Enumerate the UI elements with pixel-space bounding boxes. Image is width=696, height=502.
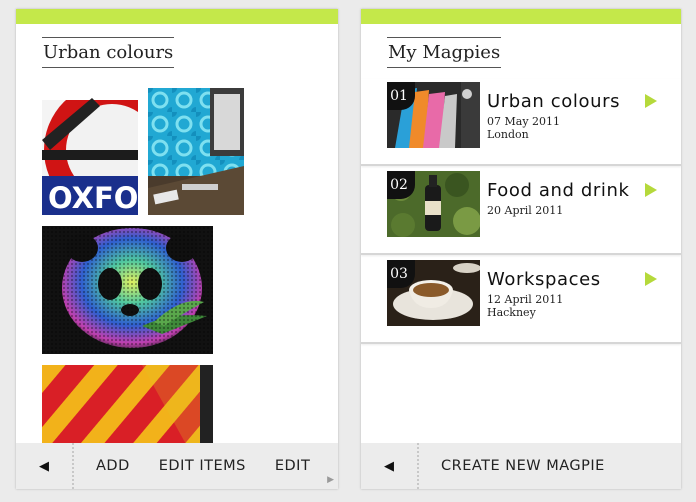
magpie-list-item[interactable]: 03 Workspaces 12 April 2011 Hackney xyxy=(361,257,681,344)
magpie-date: 07 May 2011 xyxy=(487,115,561,128)
oxford-sign-photo-icon: OXFO xyxy=(42,88,138,215)
magpie-title: Workspaces xyxy=(487,269,601,290)
red-yellow-chevron-photo-icon xyxy=(42,365,213,455)
open-arrow-icon[interactable] xyxy=(645,183,657,197)
magpie-thumbnail: 02 xyxy=(387,171,480,237)
back-arrow-icon: ◀ xyxy=(39,458,49,474)
magpie-list: 01 Urban colours 07 May 2011 London 02 F… xyxy=(361,79,681,344)
magpie-meta: 20 April 2011 xyxy=(487,204,563,217)
edit-items-button[interactable]: EDIT ITEMS xyxy=(159,458,246,474)
magpie-meta: 07 May 2011 London xyxy=(487,115,560,141)
magpie-location: Hackney xyxy=(487,306,536,319)
title-rule-bottom xyxy=(42,67,175,68)
edit-button[interactable]: EDIT xyxy=(275,458,310,474)
photo-thumbnail-blue-wall[interactable] xyxy=(148,88,244,215)
create-new-magpie-button[interactable]: CREATE NEW MAGPIE xyxy=(441,458,605,474)
collection-title-block: Urban colours xyxy=(42,37,175,68)
magpie-location: London xyxy=(487,128,529,141)
svg-text:OXFO: OXFO xyxy=(48,181,138,215)
back-arrow-icon: ◀ xyxy=(384,458,394,474)
panda-halftone-photo-icon xyxy=(42,226,213,354)
magpie-thumbnail: 01 xyxy=(387,82,480,148)
title-rule-bottom xyxy=(387,67,502,68)
back-button[interactable]: ◀ xyxy=(16,443,74,489)
collection-toolbar: ◀ ADD EDIT ITEMS EDIT ▶ xyxy=(16,443,338,489)
photo-thumbnail-oxford[interactable]: OXFO xyxy=(42,88,138,215)
magpie-number-badge: 02 xyxy=(387,171,415,199)
magpie-thumbnail: 03 xyxy=(387,260,480,326)
toolbar-scroll-right-icon[interactable]: ▶ xyxy=(327,475,334,485)
photo-thumbnail-chevrons[interactable] xyxy=(42,365,213,455)
open-arrow-icon[interactable] xyxy=(645,94,657,108)
photo-thumbnail-panda[interactable] xyxy=(42,226,213,354)
magpie-number-badge: 03 xyxy=(387,260,415,288)
open-arrow-icon[interactable] xyxy=(645,272,657,286)
page-title: My Magpies xyxy=(388,42,501,63)
blue-wallpaper-photo-icon xyxy=(148,88,244,215)
magpie-date: 12 April 2011 xyxy=(487,293,564,306)
page-title: Urban colours xyxy=(43,42,174,63)
magpie-title: Urban colours xyxy=(487,91,621,112)
magpie-list-item[interactable]: 01 Urban colours 07 May 2011 London xyxy=(361,79,681,166)
magpies-toolbar: ◀ CREATE NEW MAGPIE xyxy=(361,443,681,489)
back-button[interactable]: ◀ xyxy=(361,443,419,489)
accent-top-bar xyxy=(16,9,338,24)
magpie-date: 20 April 2011 xyxy=(487,204,564,217)
accent-top-bar xyxy=(361,9,681,24)
magpie-title: Food and drink xyxy=(487,180,630,201)
magpies-screen: My Magpies 01 Urban colours 07 May 2011 xyxy=(361,9,681,489)
magpie-number-badge: 01 xyxy=(387,82,415,110)
collection-screen: Urban colours OXFO ◀ ADD EDIT ITEMS EDIT… xyxy=(16,9,338,489)
magpie-list-item[interactable]: 02 Food and drink 20 April 2011 xyxy=(361,168,681,255)
magpie-meta: 12 April 2011 Hackney xyxy=(487,293,563,319)
add-button[interactable]: ADD xyxy=(96,458,130,474)
magpies-title-block: My Magpies xyxy=(387,37,502,68)
